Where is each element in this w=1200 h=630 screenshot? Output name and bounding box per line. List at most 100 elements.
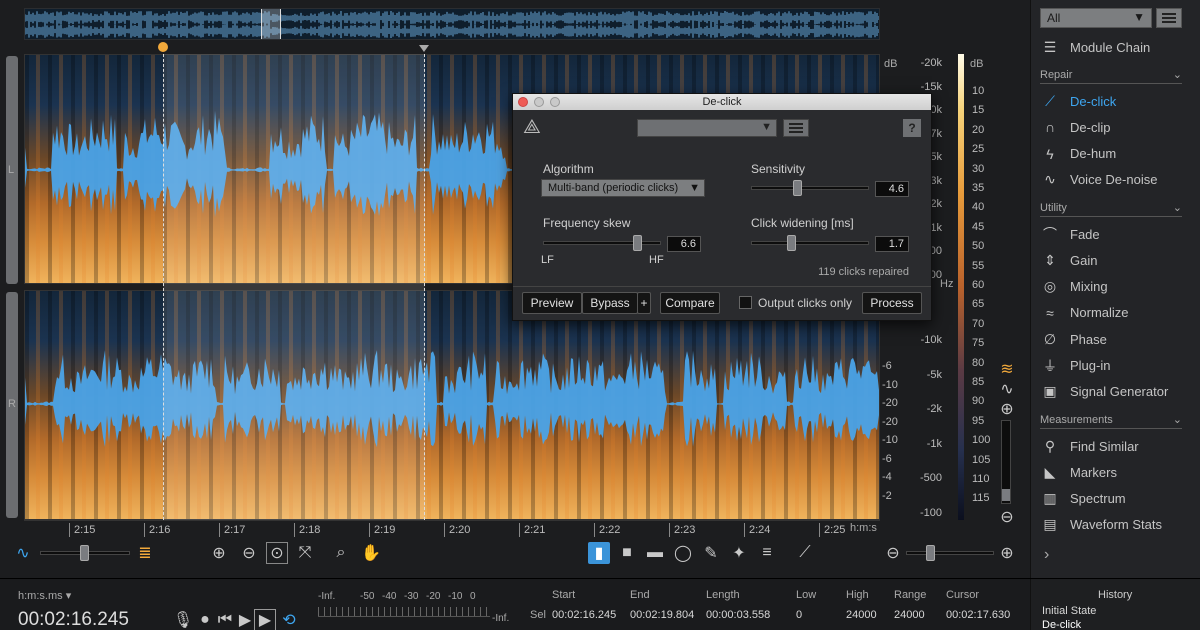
- length-value[interactable]: 00:00:03.558: [706, 609, 770, 621]
- module-item-de-hum[interactable]: ϟ De-hum: [1040, 143, 1190, 165]
- output-clicks-only-checkbox[interactable]: [739, 296, 752, 309]
- frequency-skew-slider[interactable]: [543, 235, 661, 251]
- help-button[interactable]: ?: [903, 119, 921, 137]
- record-icon[interactable]: ●: [194, 609, 216, 630]
- zoom-in-icon[interactable]: ⊕: [208, 542, 230, 564]
- hand-tool-icon[interactable]: ✋: [360, 542, 382, 564]
- playhead-marker[interactable]: [158, 42, 168, 52]
- preset-menu-icon[interactable]: [783, 119, 809, 137]
- selection-end-marker[interactable]: [419, 45, 429, 52]
- module-item-voice-de-noise[interactable]: ∿ Voice De-noise: [1040, 169, 1190, 191]
- zoom-in-vertical-icon[interactable]: ⊕: [996, 398, 1018, 420]
- module-filter-select[interactable]: All ▼: [1040, 8, 1152, 28]
- range-value[interactable]: 24000: [894, 609, 925, 621]
- zoom-selection-icon[interactable]: ⊙: [266, 542, 288, 564]
- module-item-waveform-stats[interactable]: ▤ Waveform Stats: [1040, 514, 1190, 536]
- module-item-de-clip[interactable]: ∩ De-clip: [1040, 116, 1190, 138]
- bypass-plus-button[interactable]: +: [637, 292, 651, 314]
- amplitude-tick-label: -2: [882, 489, 892, 502]
- module-item-plug-in[interactable]: ⏚ Plug-in: [1040, 355, 1190, 377]
- spectrogram-view-icon[interactable]: ≣: [134, 542, 156, 564]
- sensitivity-value[interactable]: 4.6: [875, 181, 909, 197]
- frequency-selection-tool-icon[interactable]: ■: [616, 542, 638, 564]
- module-item-label: Normalize: [1070, 305, 1129, 321]
- db-unit-right: dB: [970, 58, 984, 70]
- waveform-view-icon[interactable]: ∿: [12, 542, 34, 564]
- preview-button[interactable]: Preview: [522, 292, 582, 314]
- end-value[interactable]: 00:02:19.804: [630, 609, 694, 621]
- section-measurements[interactable]: Measurements ⌄: [1040, 411, 1182, 429]
- module-list-menu-icon[interactable]: [1156, 8, 1182, 28]
- section-utility[interactable]: Utility ⌄: [1040, 199, 1182, 217]
- close-icon[interactable]: [518, 97, 528, 107]
- time-format-select[interactable]: h:m:s.ms ▾: [18, 589, 71, 602]
- lasso-tool-icon[interactable]: ◯: [672, 542, 694, 564]
- compare-button[interactable]: Compare: [660, 292, 720, 314]
- maximize-icon[interactable]: [550, 97, 560, 107]
- time-selection[interactable]: [163, 54, 425, 520]
- frequency-skew-thumb[interactable]: [633, 235, 642, 251]
- horizontal-zoom-slider[interactable]: [906, 551, 994, 555]
- history-item-de-click[interactable]: De-click: [1042, 619, 1081, 630]
- magic-wand-icon[interactable]: ✦: [728, 542, 750, 564]
- module-chain-item[interactable]: ☰ Module Chain: [1040, 36, 1190, 58]
- waveform-zoom-icon[interactable]: ∿: [996, 378, 1018, 400]
- chevron-right-icon[interactable]: ›: [1044, 546, 1049, 564]
- spectrogram-zoom-icon[interactable]: ≋: [996, 358, 1018, 380]
- module-item-spectrum[interactable]: ▥ Spectrum: [1040, 488, 1190, 510]
- section-repair[interactable]: Repair ⌄: [1040, 66, 1182, 84]
- dialog-title[interactable]: De-click: [513, 94, 931, 110]
- play-selection-icon[interactable]: ▶: [254, 609, 276, 630]
- vertical-zoom-slider[interactable]: [1001, 420, 1011, 504]
- overview-view-window[interactable]: [261, 9, 281, 39]
- module-item-gain[interactable]: ⇕ Gain: [1040, 249, 1190, 271]
- module-item-phase[interactable]: ∅ Phase: [1040, 328, 1190, 350]
- module-item-de-click[interactable]: ⟋ De-click: [1040, 90, 1190, 112]
- module-item-mixing[interactable]: ◎ Mixing: [1040, 276, 1190, 298]
- spectrogram-blend-thumb[interactable]: [80, 545, 89, 561]
- module-item-fade[interactable]: ⌒ Fade: [1040, 223, 1190, 245]
- bypass-button[interactable]: Bypass: [582, 292, 638, 314]
- click-widening-slider[interactable]: [751, 235, 869, 251]
- zoom-tool-icon[interactable]: ⌕: [330, 542, 352, 564]
- instant-process-icon[interactable]: ⟋: [794, 542, 816, 564]
- vertical-zoom-thumb[interactable]: [1002, 489, 1010, 501]
- microphone-icon[interactable]: 🎙: [172, 609, 194, 630]
- horizontal-zoom-out-icon[interactable]: ⊖: [882, 542, 904, 564]
- algorithm-select[interactable]: Multi-band (periodic clicks) ▼: [541, 179, 705, 197]
- module-item-label: Gain: [1070, 252, 1098, 268]
- preset-select[interactable]: ▼: [637, 119, 777, 137]
- start-value[interactable]: 00:02:16.245: [552, 609, 616, 621]
- timeline-ruler[interactable]: 2:15 2:16 2:17 2:18 2:19 2:20 2:21 2:22 2:23 2:24…: [24, 520, 880, 538]
- sensitivity-slider[interactable]: [751, 180, 869, 196]
- skip-to-start-icon[interactable]: ⏮: [214, 609, 236, 630]
- horizontal-zoom-in-icon[interactable]: ⊕: [996, 542, 1018, 564]
- loop-icon[interactable]: ⟲: [278, 609, 300, 630]
- module-item-find-similar[interactable]: ⚲ Find Similar: [1040, 435, 1190, 457]
- click-widening-thumb[interactable]: [787, 235, 796, 251]
- time-selection-tool-icon[interactable]: ▮: [588, 542, 610, 564]
- play-icon[interactable]: ▶: [234, 609, 256, 630]
- module-item-normalize[interactable]: ≈ Normalize: [1040, 302, 1190, 324]
- module-item-markers[interactable]: ◣ Markers: [1040, 461, 1190, 483]
- frequency-skew-value[interactable]: 6.6: [667, 236, 701, 252]
- brush-tool-icon[interactable]: ✎: [700, 542, 722, 564]
- zoom-out-vertical-icon[interactable]: ⊖: [996, 506, 1018, 528]
- history-item-initial-state[interactable]: Initial State: [1042, 605, 1096, 617]
- module-item-signal-generator[interactable]: ▣ Signal Generator: [1040, 381, 1190, 403]
- horizontal-zoom-thumb[interactable]: [926, 545, 935, 561]
- zoom-full-icon[interactable]: ⤧: [294, 542, 316, 564]
- process-button[interactable]: Process: [862, 292, 922, 314]
- waveform-overview[interactable]: [24, 8, 880, 40]
- time-frequency-selection-tool-icon[interactable]: ▬: [644, 542, 666, 564]
- mixing-icon: ◎: [1043, 278, 1057, 295]
- spectrogram-track-right[interactable]: [24, 290, 880, 520]
- click-widening-value[interactable]: 1.7: [875, 236, 909, 252]
- sensitivity-thumb[interactable]: [793, 180, 802, 196]
- low-value[interactable]: 0: [796, 609, 802, 621]
- module-item-label: Signal Generator: [1070, 384, 1169, 400]
- harmonic-selection-icon[interactable]: ≡: [756, 542, 778, 564]
- minimize-icon[interactable]: [534, 97, 544, 107]
- zoom-out-icon[interactable]: ⊖: [238, 542, 260, 564]
- high-value[interactable]: 24000: [846, 609, 877, 621]
